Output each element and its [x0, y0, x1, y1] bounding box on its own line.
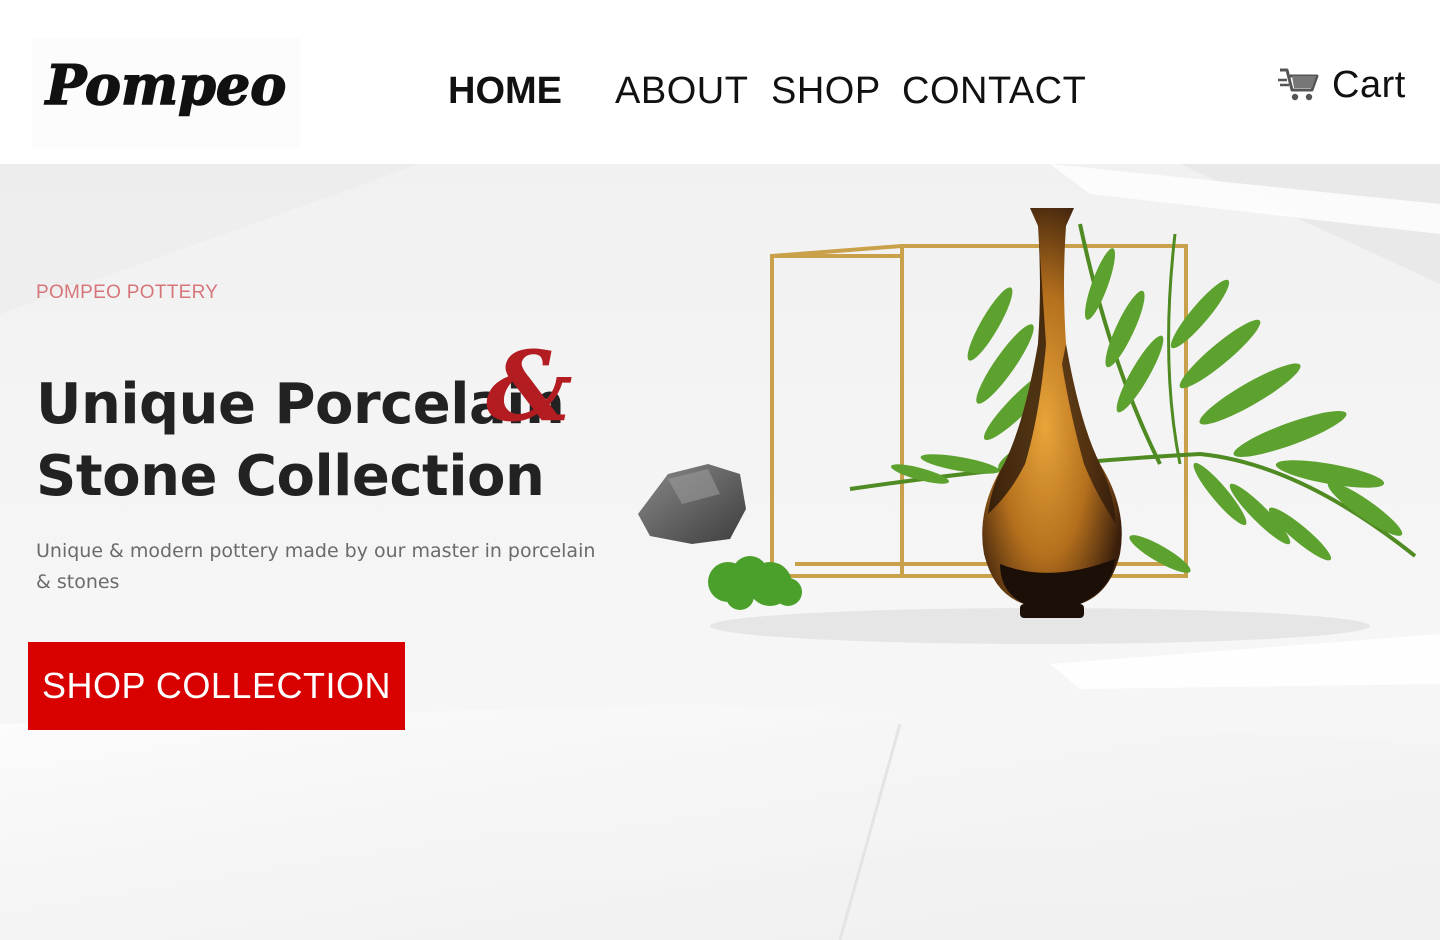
cart-button[interactable]: Cart — [1278, 60, 1406, 110]
brand-logo[interactable]: Pompeo — [32, 38, 300, 148]
cart-label: Cart — [1332, 64, 1406, 106]
hero-headline: Unique Porcelain Stone Collection — [36, 369, 676, 513]
fern — [849, 223, 1417, 573]
hero-product-image — [638, 208, 1417, 644]
nav-about[interactable]: ABOUT — [615, 66, 748, 116]
nav-contact[interactable]: CONTACT — [902, 66, 1086, 116]
logo-text: Pompeo — [44, 53, 286, 117]
headline-line-2: Stone Collection — [36, 444, 545, 509]
nav-shop[interactable]: SHOP — [771, 66, 881, 116]
moss — [708, 556, 802, 610]
nav-home[interactable]: HOME — [448, 66, 562, 116]
logo-wordmark: Pompeo — [43, 52, 287, 118]
cart-icon — [1278, 68, 1319, 101]
site-header: Pompeo HOME ABOUT SHOP CONTACT Cart — [0, 0, 1440, 164]
ampersand-ornament: & — [486, 330, 573, 443]
hero-banner: POMPEO POTTERY Unique Porcelain Stone Co… — [0, 164, 1440, 940]
hero-eyebrow: POMPEO POTTERY — [36, 282, 219, 303]
hero-subtext: Unique & modern pottery made by our mast… — [36, 540, 596, 593]
shop-collection-button[interactable]: SHOP COLLECTION — [28, 642, 405, 730]
gold-frame — [770, 244, 1188, 578]
